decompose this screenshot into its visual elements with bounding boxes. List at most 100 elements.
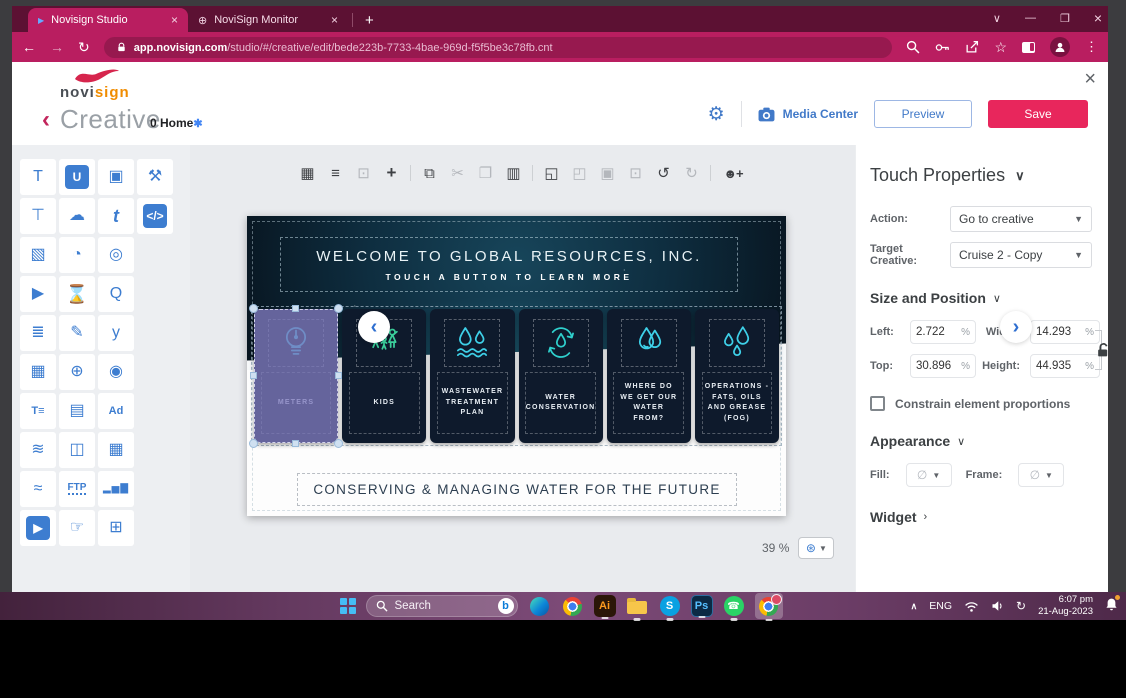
cut[interactable]: ✂	[448, 164, 467, 182]
key-icon[interactable]	[935, 41, 950, 54]
volume-icon[interactable]	[991, 600, 1004, 612]
social-feed[interactable]: ≈	[20, 471, 56, 507]
pdf-document[interactable]: ≣	[20, 315, 56, 351]
bring-forward[interactable]: ◱	[542, 164, 561, 182]
reload-icon[interactable]: ↻	[78, 39, 90, 56]
construction[interactable]: ⚒	[137, 159, 173, 195]
delete[interactable]: ▥	[504, 164, 523, 182]
tab-close-icon[interactable]: ×	[171, 13, 178, 27]
touch-button[interactable]: METERS	[254, 309, 338, 443]
text-ticker[interactable]: T≡	[20, 393, 56, 429]
share-icon[interactable]	[965, 40, 979, 54]
taskbar-clock[interactable]: 6:07 pm21-Aug-2023	[1038, 594, 1093, 618]
collapse-panel-button[interactable]: ›	[1000, 311, 1032, 343]
yammer[interactable]: y	[98, 315, 134, 351]
align[interactable]: ≡	[326, 165, 345, 182]
rss[interactable]: ≋	[20, 432, 56, 468]
constrain-proportions-row[interactable]: Constrain element proportions	[870, 396, 1092, 411]
window-close-icon[interactable]: ×	[1094, 10, 1102, 26]
tray-expand-icon[interactable]: ∧	[911, 601, 918, 612]
send-to-back[interactable]: ⊡	[626, 164, 645, 182]
back-icon[interactable]: ←	[22, 39, 36, 55]
media-rss[interactable]: ◫	[59, 432, 95, 468]
settings-gear-icon[interactable]: ⚙	[708, 103, 725, 126]
touch[interactable]: ☞	[59, 510, 95, 546]
notification-bell[interactable]	[1105, 597, 1118, 616]
underline[interactable]: U	[59, 159, 95, 195]
widget-section[interactable]: Widget›	[870, 509, 1092, 525]
assign-user[interactable]: ☻+	[720, 166, 746, 181]
slideshow[interactable]: ▦	[20, 354, 56, 390]
file-explorer[interactable]	[625, 594, 649, 619]
save-button[interactable]: Save	[988, 100, 1088, 128]
html-code[interactable]: </>	[137, 198, 173, 234]
language-indicator[interactable]: ENG	[929, 600, 952, 612]
url-bar[interactable]: app.novisign.com/studio/#/creative/edit/…	[104, 37, 893, 58]
new-tab-button[interactable]: +	[365, 12, 374, 29]
redo[interactable]: ↻	[682, 164, 701, 182]
media-board[interactable]: ▣	[98, 159, 134, 195]
drawing[interactable]: ✎	[59, 315, 95, 351]
ad-image[interactable]: Ad	[98, 393, 134, 429]
zoom-dropdown[interactable]: ⊛ ▼	[798, 537, 834, 559]
analytics[interactable]: ▂▅▇	[98, 471, 134, 507]
touch-button[interactable]: WASTEWATER TREATMENT PLAN	[430, 309, 514, 443]
action-select[interactable]: Go to creative▼	[950, 206, 1092, 232]
web-image[interactable]: ▤	[59, 393, 95, 429]
illustrator[interactable]: Ai	[594, 595, 616, 617]
window-restore-icon[interactable]: ❐	[1060, 12, 1070, 25]
touch-button[interactable]: WATER CONSERVATION	[519, 309, 603, 443]
youtube[interactable]: ▶	[20, 510, 56, 546]
collapse-sidebar-button[interactable]: ‹	[358, 311, 390, 343]
twitter[interactable]: t	[98, 198, 134, 234]
left-input[interactable]: 2.722%	[910, 320, 976, 344]
text[interactable]: T	[20, 159, 56, 195]
unlock-proportions-icon[interactable]	[1096, 342, 1108, 361]
tab-novisign-monitor[interactable]: ⊕ NoviSign Monitor ×	[188, 8, 348, 32]
panel-heading[interactable]: Touch Properties∨	[870, 165, 1092, 186]
transform-frame[interactable]: ⊡	[354, 164, 373, 182]
image[interactable]: ▧	[20, 237, 56, 273]
preview-button[interactable]: Preview	[874, 100, 972, 128]
calendar[interactable]: ▦	[98, 432, 134, 468]
instagram[interactable]: ◎	[98, 237, 134, 273]
width-input[interactable]: 14.293%	[1030, 320, 1100, 344]
forward-icon[interactable]: →	[50, 39, 64, 55]
side-panel-icon[interactable]	[1022, 42, 1035, 53]
size-position-section[interactable]: Size and Position∨	[870, 290, 1092, 306]
target-creative-select[interactable]: Cruise 2 - Copy▼	[950, 242, 1092, 268]
taskbar-search[interactable]: Search b	[366, 595, 518, 617]
wifi-icon[interactable]	[964, 601, 979, 612]
paste[interactable]: ❐	[476, 164, 495, 182]
website[interactable]: ⊕	[59, 354, 95, 390]
touch-button[interactable]: WHERE DO WE GET OUR WATER FROM?	[607, 309, 691, 443]
tab-close-icon[interactable]: ×	[331, 13, 338, 27]
tab-novisign-studio[interactable]: ▶ Novisign Studio ×	[28, 8, 188, 32]
height-input[interactable]: 44.935%	[1030, 354, 1100, 378]
undo[interactable]: ↺	[654, 164, 673, 182]
send-backward[interactable]: ◰	[570, 164, 589, 182]
back-chevron-icon[interactable]: ‹	[42, 108, 50, 132]
browser-menu-icon[interactable]: ⋮	[1085, 39, 1098, 55]
top-input[interactable]: 30.896%	[910, 354, 976, 378]
duplicate[interactable]: ⧉	[420, 165, 439, 182]
slide-title-block[interactable]: WELCOME TO GLOBAL RESOURCES, INC. TOUCH …	[280, 237, 738, 292]
edge[interactable]	[528, 594, 552, 619]
window-menu-chevron-icon[interactable]: ∨	[993, 12, 1001, 25]
whatsapp[interactable]: ☎	[722, 594, 746, 619]
close-editor-icon[interactable]: ×	[1084, 68, 1096, 91]
slide-canvas[interactable]: WELCOME TO GLOBAL RESOURCES, INC. TOUCH …	[247, 216, 786, 516]
live-stream[interactable]: ◉	[98, 354, 134, 390]
touch-button[interactable]: OPERATIONS - FATS, OILS AND GREASE (FOG)	[695, 309, 779, 443]
fill-select[interactable]: ∅▼	[906, 463, 952, 487]
chrome[interactable]	[561, 594, 585, 619]
constrain-checkbox[interactable]	[870, 396, 885, 411]
photoshop[interactable]: Ps	[691, 595, 713, 617]
window-minimize-icon[interactable]: —	[1025, 12, 1036, 24]
video[interactable]: ▶	[20, 276, 56, 312]
grid-view[interactable]: ▦	[298, 164, 317, 182]
bring-to-front[interactable]: ▣	[598, 164, 617, 182]
slide-footer-block[interactable]: CONSERVING & MANAGING WATER FOR THE FUTU…	[297, 473, 737, 506]
skype[interactable]: S	[658, 594, 682, 619]
chrome-profile[interactable]	[755, 593, 783, 619]
